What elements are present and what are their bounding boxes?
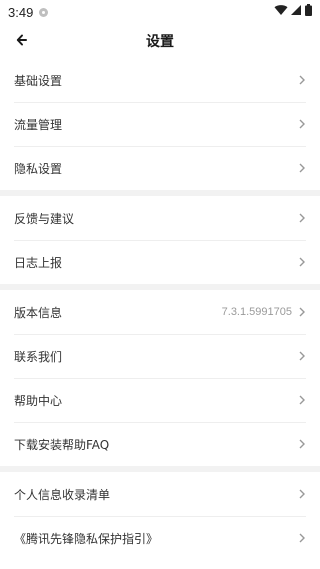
chevron-right-icon	[299, 489, 305, 499]
chevron-right-icon	[299, 439, 305, 449]
settings-item-privacy[interactable]: 隐私设置	[0, 146, 320, 190]
settings-item-traffic[interactable]: 流量管理	[0, 102, 320, 146]
settings-item-label: 反馈与建议	[14, 211, 75, 226]
settings-item-label: 下载安装帮助FAQ	[14, 437, 110, 452]
status-time: 3:49	[8, 4, 34, 20]
settings-item-label: 版本信息	[14, 305, 63, 320]
settings-item-log-upload[interactable]: 日志上报	[0, 240, 320, 284]
settings-section-feedback: 反馈与建议 日志上报	[0, 196, 320, 284]
title-bar: 设置	[0, 24, 320, 56]
chevron-right-icon	[299, 163, 305, 173]
status-bar: 3:49	[0, 0, 320, 24]
settings-item-label: 联系我们	[14, 349, 63, 364]
status-icons	[274, 4, 312, 16]
signal-icon	[290, 4, 302, 16]
chevron-right-icon	[299, 119, 305, 129]
chevron-right-icon	[299, 307, 305, 317]
settings-item-label: 日志上报	[14, 255, 63, 270]
chevron-right-icon	[299, 351, 305, 361]
settings-item-privacy-guide[interactable]: 《腾讯先锋隐私保护指引》	[0, 516, 320, 560]
battery-icon	[305, 4, 312, 16]
settings-item-help-center[interactable]: 帮助中心	[0, 378, 320, 422]
chevron-right-icon	[299, 257, 305, 267]
settings-item-label: 《腾讯先锋隐私保护指引》	[14, 531, 159, 546]
version-number: 7.3.1.5991705	[221, 306, 292, 318]
chevron-right-icon	[299, 395, 305, 405]
wifi-icon	[274, 4, 288, 16]
chevron-right-icon	[299, 533, 305, 543]
chevron-right-icon	[299, 213, 305, 223]
settings-item-feedback[interactable]: 反馈与建议	[0, 196, 320, 240]
page-title: 设置	[146, 34, 174, 50]
settings-item-version[interactable]: 版本信息 7.3.1.5991705	[0, 290, 320, 334]
settings-item-label: 流量管理	[14, 117, 63, 132]
settings-item-label: 帮助中心	[14, 393, 63, 408]
settings-section-about: 版本信息 7.3.1.5991705 联系我们 帮助中心 下载安装帮助FAQ	[0, 290, 320, 466]
chevron-right-icon	[299, 75, 305, 85]
settings-item-personal-info-list[interactable]: 个人信息收录清单	[0, 472, 320, 516]
settings-item-basic[interactable]: 基础设置	[0, 58, 320, 102]
settings-item-label: 个人信息收录清单	[14, 487, 111, 502]
notification-dot-icon	[39, 7, 49, 17]
settings-section-general: 基础设置 流量管理 隐私设置	[0, 58, 320, 190]
settings-item-label: 基础设置	[14, 73, 63, 88]
settings-item-label: 隐私设置	[14, 161, 63, 176]
settings-item-contact[interactable]: 联系我们	[0, 334, 320, 378]
settings-item-download-faq[interactable]: 下载安装帮助FAQ	[0, 422, 320, 466]
settings-section-personal-info: 个人信息收录清单 《腾讯先锋隐私保护指引》	[0, 472, 320, 560]
